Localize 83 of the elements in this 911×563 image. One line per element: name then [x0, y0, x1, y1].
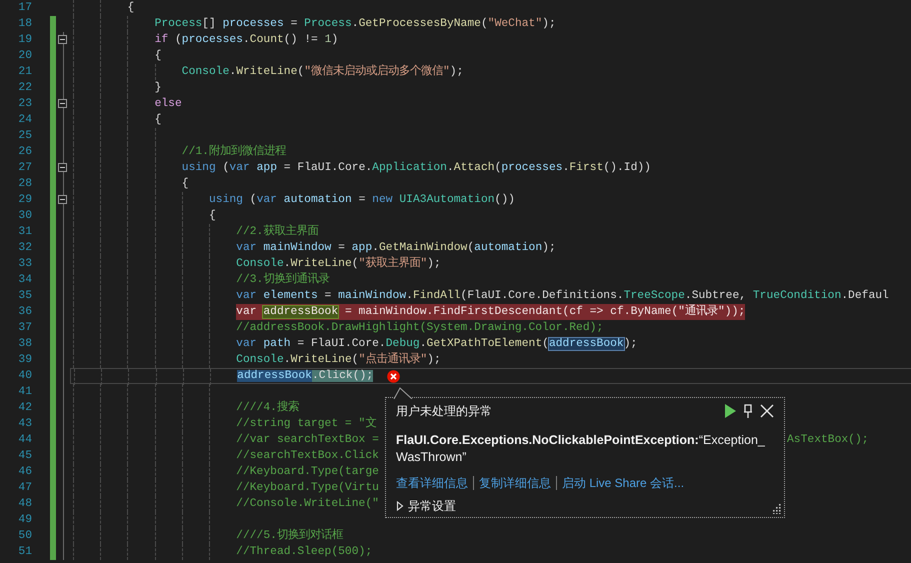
line-number: 49	[17, 513, 33, 528]
line-number: 25	[17, 129, 33, 144]
line-number: 21	[17, 65, 33, 80]
line-number: 51	[17, 545, 33, 560]
exception-message: FlaUI.Core.Exceptions.NoClickablePointException:“Exception_WasThrown”	[396, 432, 766, 466]
popup-link[interactable]: 启动 Live Share 会话...	[562, 474, 684, 492]
code-line: //addressBook.DrawHighlight(System.Drawing.Color.Red);	[236, 320, 604, 336]
code-line: //Thread.Sleep(500);	[236, 544, 372, 560]
line-number: 37	[17, 321, 33, 336]
resize-grip-icon[interactable]	[771, 504, 781, 514]
line-number: 40	[17, 369, 33, 384]
popup-link[interactable]: 查看详细信息	[396, 474, 468, 492]
line-number: 28	[17, 177, 33, 192]
code-line: //searchTextBox.Click	[236, 448, 379, 464]
line-number: 44	[17, 433, 33, 448]
line-number: 46	[17, 465, 33, 480]
code-line: addressBook.Click();	[237, 368, 374, 384]
line-number: 18	[17, 17, 33, 32]
line-number: 24	[17, 113, 33, 128]
code-line: if (processes.Count() != 1)	[154, 32, 338, 48]
line-number: 32	[17, 241, 33, 256]
line-number: 42	[17, 401, 33, 416]
code-line: {	[208, 208, 216, 224]
code-line: //var searchTextBox =	[236, 432, 379, 448]
code-line: {	[154, 48, 162, 64]
collapse-toggle[interactable]	[58, 163, 67, 172]
code-line: }	[154, 80, 162, 96]
code-line: //2.获取主界面	[236, 224, 318, 240]
code-line: Console.WriteLine("微信未启动或启动多个微信");	[182, 64, 464, 80]
code-line: {	[182, 176, 189, 192]
line-number: 39	[17, 353, 33, 368]
code-line: using (var app = FlaUI.Core.Application.Attach(processes.First().Id))	[182, 160, 651, 176]
code-line: //Keyboard.Type(targe	[236, 464, 379, 480]
line-number: 27	[17, 161, 33, 176]
code-line: else	[154, 96, 182, 112]
line-number: 50	[17, 529, 33, 544]
code-line: //string target = "文	[236, 416, 376, 432]
line-number: 20	[17, 49, 33, 64]
line-number: 31	[17, 225, 33, 240]
code-line: //3.切换到通讯录	[236, 272, 330, 288]
line-number: 17	[17, 1, 33, 16]
code-line: var mainWindow = app.GetMainWindow(automation);	[236, 240, 556, 256]
error-icon	[387, 370, 400, 382]
code-line: {	[127, 0, 134, 16]
line-number: 43	[17, 417, 33, 432]
code-line: ////5.切换到对话框	[236, 528, 343, 544]
code-line: Process[] processes = Process.GetProcessesByName("WeChat");	[154, 16, 556, 32]
code-line: {	[154, 112, 162, 128]
line-number: 23	[17, 97, 33, 112]
settings-toggle[interactable]: 异常设置	[408, 498, 456, 514]
line-number: 47	[17, 481, 33, 496]
code-line: //Console.WriteLine("	[236, 496, 379, 512]
line-number: 19	[17, 33, 33, 48]
line-number: 22	[17, 81, 33, 96]
line-number: 35	[17, 289, 33, 304]
pin-icon[interactable]	[743, 404, 753, 418]
close-icon[interactable]	[760, 404, 774, 418]
popup-link[interactable]: 复制详细信息	[479, 474, 551, 492]
line-number: 48	[17, 497, 33, 512]
line-number: 41	[17, 385, 33, 400]
collapse-toggle[interactable]	[58, 195, 67, 204]
collapse-toggle[interactable]	[58, 99, 67, 108]
line-number: 34	[17, 273, 33, 288]
line-number: 36	[17, 305, 33, 320]
line-number: 30	[17, 209, 33, 224]
line-number: 45	[17, 449, 33, 464]
code-line: using (var automation = new UIA3Automation())	[208, 192, 515, 208]
line-number: 26	[17, 145, 33, 160]
code-line: var elements = mainWindow.FindAll(FlaUI.Core.Definitions.TreeScope.Subtree, TrueCondition.Defaul	[236, 288, 889, 304]
code-line: Console.WriteLine("点击通讯录");	[236, 352, 441, 368]
code-line: ////4.搜索	[236, 400, 299, 416]
line-number: 38	[17, 337, 33, 352]
line-number: 29	[17, 193, 33, 208]
play-icon[interactable]	[724, 404, 736, 418]
collapse-toggle[interactable]	[58, 35, 67, 44]
code-line: //Keyboard.Type(Virtu	[236, 480, 379, 496]
line-number: 33	[17, 257, 33, 272]
code-line: var path = FlaUI.Core.Debug.GetXPathToElement(addressBook);	[236, 336, 638, 352]
code-line: //1.附加到微信进程	[182, 144, 286, 160]
popup-title: 用户未处理的异常	[396, 402, 493, 420]
expand-icon[interactable]	[396, 501, 404, 511]
code-line: Console.WriteLine("获取主界面");	[236, 256, 441, 272]
code-line: AsTextBox();	[787, 432, 869, 448]
